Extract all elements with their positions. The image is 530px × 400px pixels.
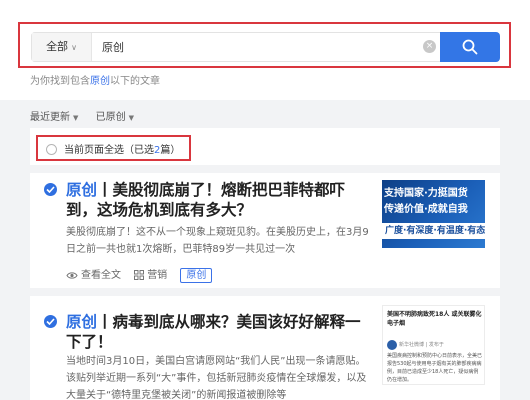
thumbnail-text: 广度·有深度·有温度·有态度 xyxy=(382,223,485,239)
sort-dropdown[interactable]: 最近更新 ▼ xyxy=(30,112,78,123)
checked-icon[interactable] xyxy=(44,183,57,196)
search-button[interactable] xyxy=(440,32,500,62)
search-input[interactable] xyxy=(102,33,412,61)
caret-down-icon: ▼ xyxy=(128,114,134,122)
result-hint-keyword: 原创 xyxy=(90,76,110,87)
category-label: 营销 xyxy=(134,270,167,281)
filter-bar: 最近更新 ▼ 已原创 ▼ xyxy=(30,108,148,123)
type-dropdown[interactable]: 已原创 ▼ xyxy=(96,112,134,123)
original-tag: 原创 xyxy=(66,181,98,199)
clear-icon[interactable]: × xyxy=(423,40,436,53)
article-title[interactable]: 原创丨美股彻底崩了！熔断把巴菲特都吓到，这场危机到底有多大？ xyxy=(66,180,371,220)
select-all-checkbox[interactable]: 当前页面全选（已选2篇） xyxy=(46,141,180,156)
divider xyxy=(30,288,500,296)
title-separator: 丨 xyxy=(97,313,113,331)
search-scope-dropdown[interactable]: 全部 ∨ xyxy=(32,33,92,61)
result-hint: 为你找到包含原创以下的文章 xyxy=(30,72,160,87)
article-thumbnail[interactable]: 美国不明肺病致死18人 或关联雾化电子烟 新华社微博 | 发布于 美国疾病控制和… xyxy=(382,305,485,385)
original-badge: 原创 xyxy=(180,268,213,283)
select-all-label: 当前页面全选（已选 xyxy=(64,145,154,156)
category-text: 营销 xyxy=(147,270,168,281)
search-icon xyxy=(462,39,478,55)
thumbnail-body: 美国疾病控制和预防中心日前表示，全美已报告530起与使用电子烟有关的肺部疾病病例… xyxy=(387,353,483,383)
article-meta: 查看全文 营销 原创 xyxy=(66,266,213,283)
divider xyxy=(30,165,500,173)
caret-down-icon: ▼ xyxy=(73,114,79,122)
thumbnail-text: 支持国家·力挺国货 xyxy=(384,188,468,199)
result-hint-prefix: 为你找到包含 xyxy=(30,76,90,87)
source-avatar xyxy=(387,340,397,350)
chevron-down-icon: ∨ xyxy=(71,43,77,52)
title-separator: 丨 xyxy=(97,181,113,199)
article-thumbnail[interactable]: 支持国家·力挺国货 传递价值·成就自我 广度·有深度·有温度·有态度 xyxy=(382,180,485,248)
select-all-suffix: 篇） xyxy=(160,145,181,156)
grid-icon xyxy=(134,270,145,280)
checked-icon[interactable] xyxy=(44,315,57,328)
thumbnail-headline: 美国不明肺病致死18人 或关联雾化电子烟 xyxy=(387,311,482,327)
thumbnail-source: 新华社微博 | 发布于 xyxy=(399,342,444,348)
result-hint-suffix: 以下的文章 xyxy=(110,76,160,87)
radio-circle-icon xyxy=(46,144,57,155)
original-tag: 原创 xyxy=(66,313,98,331)
article-excerpt: 美股彻底崩了！这不从一个现象上窥斑见豹。在美股历史上，在3月9日之前一共也就1次… xyxy=(66,227,369,255)
thumbnail-text: 传递价值·成就自我 xyxy=(384,204,468,215)
type-label: 已原创 xyxy=(95,112,126,123)
article-excerpt: 当地时间3月10日，美国白宫请愿网站“我们人民”出现一条请愿贴。该贴列举近期一系… xyxy=(66,356,367,400)
search-scope-label: 全部 xyxy=(46,40,69,53)
view-full-link[interactable]: 查看全文 xyxy=(66,270,121,281)
search-box: 全部∨ × xyxy=(31,32,455,62)
sort-label: 最近更新 xyxy=(30,112,70,123)
eye-icon xyxy=(66,272,78,279)
view-full-label: 查看全文 xyxy=(81,270,121,281)
article-title[interactable]: 原创丨病毒到底从哪来？美国该好好解释一下了！ xyxy=(66,312,371,352)
